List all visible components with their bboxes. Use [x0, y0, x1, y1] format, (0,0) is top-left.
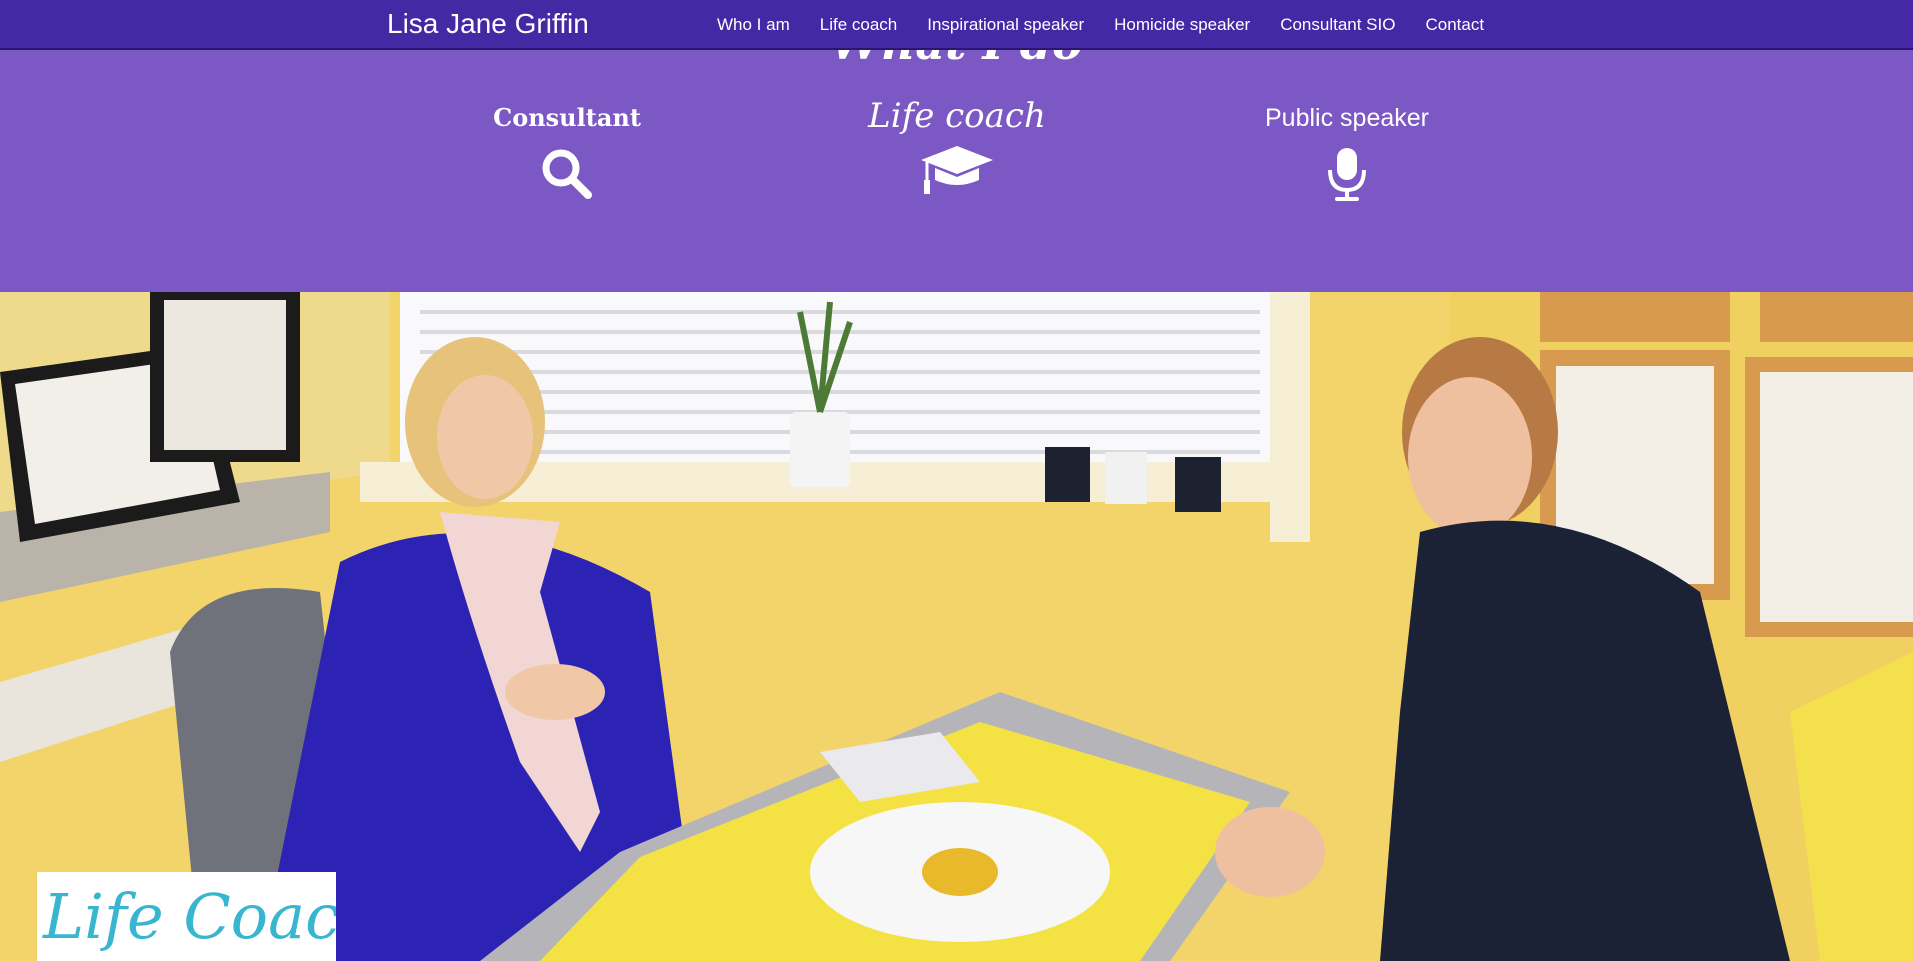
nav-link[interactable]: Life coach — [820, 15, 898, 34]
nav-link[interactable]: Contact — [1425, 15, 1484, 34]
life-coach-badge-text: Life Coach — [43, 880, 336, 953]
hero-photo — [0, 292, 1913, 961]
life-coach-session-illustration — [0, 292, 1913, 961]
service-life-coach[interactable]: Life coach — [807, 98, 1107, 196]
nav-item-life-coach: Life coach — [820, 15, 898, 35]
microphone-icon — [1328, 148, 1366, 201]
service-consultant[interactable]: Consultant — [417, 100, 717, 202]
nav-item-homicide-speaker: Homicide speaker — [1114, 15, 1250, 35]
top-navbar: Lisa Jane Griffin Who I am Life coach In… — [0, 0, 1913, 50]
nav-item-consultant-sio: Consultant SIO — [1280, 15, 1395, 35]
graduation-cap-icon — [921, 146, 993, 194]
life-coach-badge: Life Coach — [37, 872, 336, 961]
nav-item-contact: Contact — [1425, 15, 1484, 35]
nav-link[interactable]: Consultant SIO — [1280, 15, 1395, 34]
service-label: Life coach — [868, 96, 1046, 136]
nav-menu: Who I am Life coach Inspirational speake… — [717, 0, 1514, 50]
nav-link[interactable]: Inspirational speaker — [927, 15, 1084, 34]
service-label: Consultant — [493, 103, 641, 132]
nav-link[interactable]: Homicide speaker — [1114, 15, 1250, 34]
service-label: Public speaker — [1265, 104, 1429, 132]
service-public-speaker[interactable]: Public speaker — [1197, 100, 1497, 202]
nav-item-inspirational-speaker: Inspirational speaker — [927, 15, 1084, 35]
nav-link[interactable]: Who I am — [717, 15, 790, 34]
brand-link[interactable]: Lisa Jane Griffin — [387, 8, 589, 40]
nav-item-who-i-am: Who I am — [717, 15, 790, 35]
search-icon — [542, 149, 592, 199]
